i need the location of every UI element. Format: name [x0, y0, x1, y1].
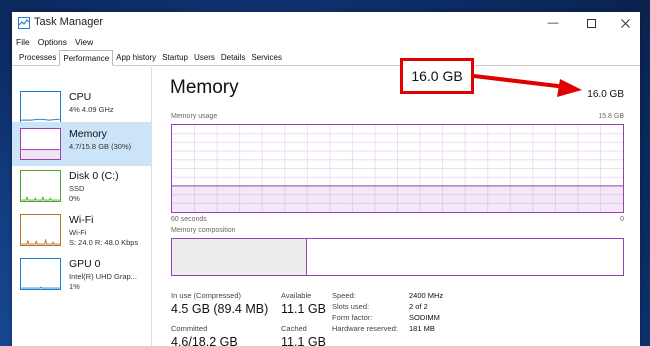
sidebar-label: Memory [69, 128, 107, 140]
window-title: Task Manager [34, 16, 104, 28]
close-button[interactable] [608, 12, 642, 34]
in-use-value: 4.5 GB (89.4 MB) [171, 302, 269, 316]
task-manager-icon [18, 17, 30, 29]
sidebar-sub: 1% [69, 282, 80, 291]
total-memory: 16.0 GB [587, 89, 624, 100]
cached-value: 11.1 GB [281, 335, 326, 346]
usage-fill [172, 185, 623, 212]
tab-app-history[interactable]: App history [113, 50, 159, 65]
sidebar-sub: 4% 4.09 GHz [69, 105, 114, 114]
sidebar-item-gpu[interactable]: GPU 0 Intel(R) UHD Grap... 1% [12, 252, 152, 296]
time-axis-start: 60 seconds [171, 216, 207, 223]
tab-details[interactable]: Details [218, 50, 248, 65]
speed-value: 2400 MHz [409, 291, 444, 300]
callout-box: 16.0 GB [400, 58, 474, 94]
committed-value: 4.6/18.2 GB [171, 335, 238, 346]
composition-in-use-segment [172, 239, 308, 275]
sidebar-sub: 0% [69, 194, 80, 203]
maximize-icon [586, 18, 596, 28]
menu-view[interactable]: View [71, 35, 97, 49]
menu-options[interactable]: Options [34, 35, 71, 49]
available-value: 11.1 GB [281, 302, 326, 316]
tab-performance[interactable]: Performance [59, 50, 114, 66]
tab-bar: Processes Performance App history Startu… [12, 50, 640, 66]
available-label: Available [281, 291, 312, 300]
tab-startup[interactable]: Startup [159, 50, 191, 65]
minimize-icon: — [547, 17, 559, 29]
tab-processes[interactable]: Processes [16, 50, 59, 65]
sidebar-label: Disk 0 (C:) [69, 170, 119, 182]
disk-mini-graph [20, 170, 61, 202]
sidebar-item-disk[interactable]: Disk 0 (C:) SSD 0% [12, 164, 152, 208]
committed-label: Committed [171, 324, 208, 333]
form-factor-label: Form factor: [332, 313, 373, 322]
sidebar-sub: Intel(R) UHD Grap... [69, 272, 137, 281]
memory-composition-bar [171, 238, 624, 276]
memory-usage-graph [171, 124, 624, 213]
composition-label: Memory composition [171, 227, 236, 234]
minimize-button[interactable]: — [536, 12, 570, 34]
sidebar-sub: Wi-Fi [69, 228, 87, 237]
sidebar-item-wifi[interactable]: Wi-Fi Wi-Fi S: 24.0 R: 48.0 Kbps [12, 208, 152, 252]
memory-mini-graph [20, 128, 61, 160]
usage-graph-label: Memory usage [171, 113, 218, 120]
menu-bar: File Options View [12, 35, 97, 49]
hardware-reserved-value: 181 MB [409, 324, 435, 333]
resource-sidebar: CPU 4% 4.09 GHz Memory 4.7/15.8 GB (30%)… [12, 67, 152, 346]
slots-label: Slots used: [332, 302, 370, 311]
cpu-mini-graph [20, 91, 61, 123]
cached-label: Cached [281, 324, 307, 333]
tab-services[interactable]: Services [248, 50, 285, 65]
in-use-label: In use (Compressed) [171, 291, 242, 300]
page-title: Memory [170, 77, 239, 98]
sidebar-sub: SSD [69, 184, 85, 193]
menu-file[interactable]: File [12, 35, 34, 49]
maximize-button[interactable] [574, 12, 608, 34]
sidebar-label: GPU 0 [69, 258, 101, 270]
title-bar[interactable]: Task Manager — [12, 12, 640, 34]
speed-label: Speed: [332, 291, 356, 300]
sidebar-label: Wi-Fi [69, 214, 94, 226]
close-icon [620, 18, 630, 28]
sidebar-label: CPU [69, 91, 92, 103]
gpu-mini-graph [20, 258, 61, 290]
sidebar-sub: S: 24.0 R: 48.0 Kbps [69, 238, 139, 247]
callout-text: 16.0 GB [411, 68, 463, 84]
hardware-reserved-label: Hardware reserved: [332, 324, 398, 333]
slots-value: 2 of 2 [409, 302, 428, 311]
task-manager-window: Task Manager — File Options View Process… [12, 12, 640, 346]
form-factor-value: SODIMM [409, 313, 440, 322]
usage-graph-max: 15.8 GB [598, 113, 624, 120]
sidebar-item-memory[interactable]: Memory 4.7/15.8 GB (30%) [12, 122, 152, 166]
time-axis-end: 0 [620, 216, 624, 223]
tab-users[interactable]: Users [191, 50, 218, 65]
memory-panel: Memory 16.0 GB Memory usage 15.8 GB 60 s… [153, 67, 640, 346]
wifi-mini-graph [20, 214, 61, 246]
sidebar-sub: 4.7/15.8 GB (30%) [69, 142, 132, 151]
